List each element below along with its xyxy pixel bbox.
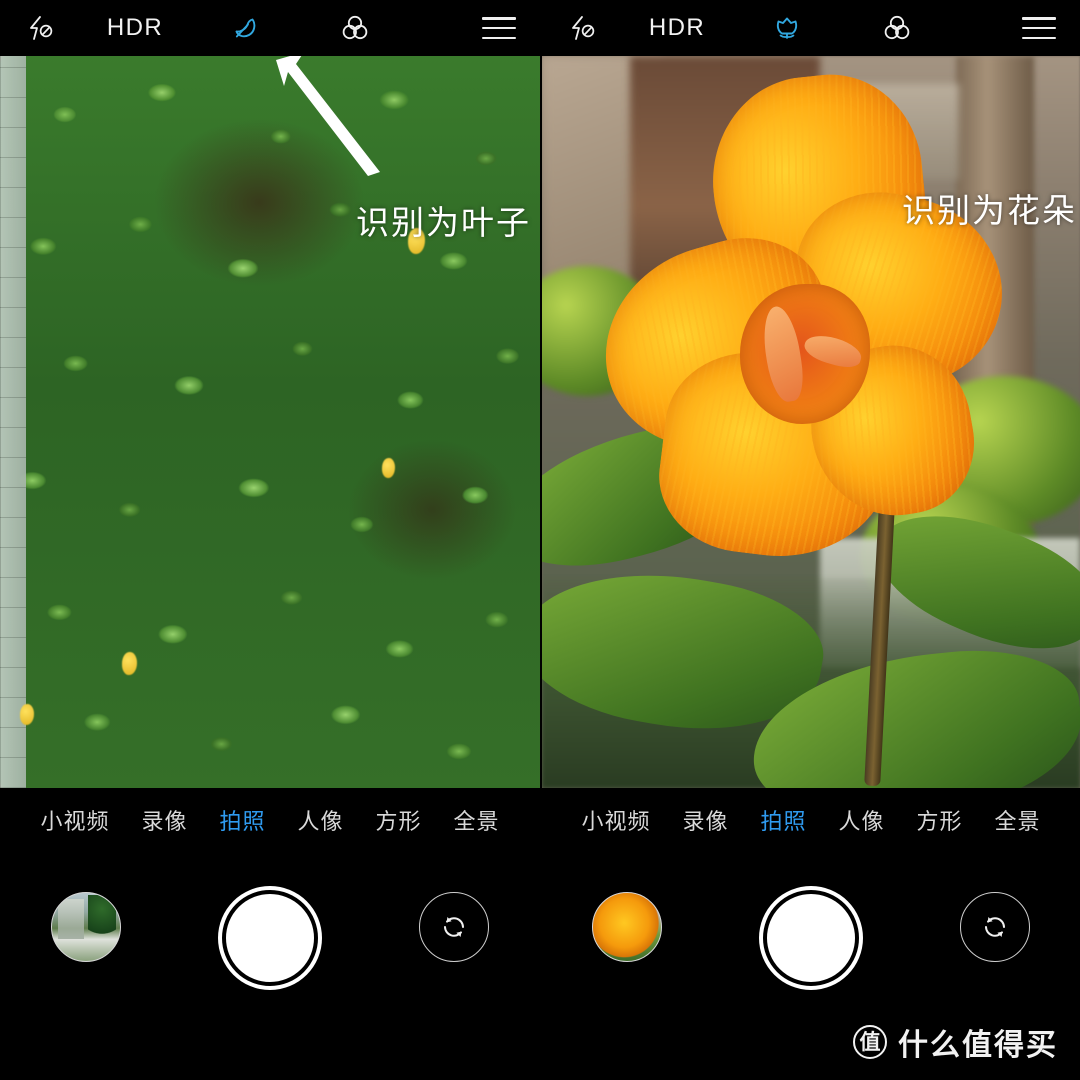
annotation-caption-right: 识别为花朵 bbox=[902, 192, 1077, 229]
flower-icon bbox=[776, 17, 798, 39]
settings-menu-button[interactable] bbox=[410, 0, 540, 56]
mode-square[interactable]: 方形 bbox=[901, 804, 979, 836]
yellow-leaf bbox=[382, 458, 395, 478]
watermark: 值 什么值得买 bbox=[853, 1020, 1058, 1064]
flash-off-button[interactable] bbox=[0, 0, 80, 56]
mode-selector-right: 小视频 录像 拍照 人像 方形 全景 bbox=[542, 788, 1080, 852]
camera-panel-right: HDR 识别为花朵 小视频 录像 拍照 人像 方形 全景 bbox=[540, 0, 1080, 1080]
camera-viewport-left[interactable]: 识别为叶子 bbox=[0, 56, 540, 788]
hamburger-menu-icon bbox=[1022, 17, 1056, 39]
shutter-bar-left bbox=[0, 852, 540, 1080]
hdr-label: HDR bbox=[106, 14, 164, 41]
shutter-button[interactable] bbox=[762, 890, 859, 986]
tiled-wall bbox=[0, 56, 26, 788]
yellow-leaf bbox=[122, 652, 137, 675]
mode-photo[interactable]: 拍照 bbox=[744, 804, 822, 836]
annotation-caption-left: 识别为叶子 bbox=[356, 204, 531, 241]
color-filter-icon bbox=[884, 15, 910, 40]
mode-panorama[interactable]: 全景 bbox=[438, 804, 516, 836]
switch-camera-icon bbox=[444, 917, 465, 937]
split-comparison: HDR 识别为叶子 小视频 录像 拍照 人像 方形 全景 HDR 识别为花朵 小… bbox=[0, 0, 1080, 1080]
smzdm-logo-icon: 值 bbox=[853, 1025, 887, 1059]
camera-panel-left: HDR 识别为叶子 小视频 录像 拍照 人像 方形 全景 bbox=[0, 0, 540, 1080]
flash-off-icon bbox=[572, 16, 595, 40]
mode-video[interactable]: 录像 bbox=[666, 804, 744, 836]
gallery-thumbnail[interactable] bbox=[592, 892, 663, 962]
mode-portrait[interactable]: 人像 bbox=[282, 804, 360, 836]
leaf-icon bbox=[235, 18, 256, 38]
settings-menu-button[interactable] bbox=[952, 0, 1080, 56]
camera-viewport-right[interactable]: 识别为花朵 bbox=[542, 56, 1080, 788]
switch-camera-button[interactable] bbox=[419, 892, 490, 962]
yellow-leaf bbox=[20, 704, 34, 725]
hdr-button[interactable]: HDR bbox=[80, 0, 190, 56]
mode-video[interactable]: 录像 bbox=[125, 804, 203, 836]
screenshot-root: HDR 识别为叶子 小视频 录像 拍照 人像 方形 全景 HDR 识别为花朵 小… bbox=[0, 0, 1080, 1080]
mode-short-video[interactable]: 小视频 bbox=[565, 804, 666, 836]
flash-off-icon bbox=[30, 16, 53, 40]
camera-toolbar: HDR bbox=[0, 0, 540, 56]
scene-green-hedge bbox=[0, 56, 540, 788]
camera-toolbar: HDR bbox=[542, 0, 1080, 56]
switch-camera-icon bbox=[984, 917, 1005, 937]
color-filter-button[interactable] bbox=[842, 0, 952, 56]
hdr-button[interactable]: HDR bbox=[622, 0, 732, 56]
ai-scene-flower-button[interactable] bbox=[732, 0, 842, 56]
hdr-label: HDR bbox=[648, 14, 706, 41]
shutter-button[interactable] bbox=[221, 890, 318, 986]
hamburger-menu-icon bbox=[482, 17, 516, 39]
switch-camera-button[interactable] bbox=[959, 892, 1030, 962]
watermark-text: 什么值得买 bbox=[898, 1028, 1058, 1063]
gallery-thumbnail[interactable] bbox=[50, 892, 121, 962]
mode-portrait[interactable]: 人像 bbox=[823, 804, 901, 836]
mode-short-video[interactable]: 小视频 bbox=[24, 804, 125, 836]
color-filter-icon bbox=[342, 15, 368, 40]
mode-selector-left: 小视频 录像 拍照 人像 方形 全景 bbox=[0, 788, 540, 852]
color-filter-button[interactable] bbox=[300, 0, 410, 56]
scene-orange-flower bbox=[542, 56, 1080, 788]
mode-panorama[interactable]: 全景 bbox=[979, 804, 1057, 836]
mode-square[interactable]: 方形 bbox=[360, 804, 438, 836]
flash-off-button[interactable] bbox=[542, 0, 622, 56]
ai-scene-leaf-button[interactable] bbox=[190, 0, 300, 56]
mode-photo[interactable]: 拍照 bbox=[203, 804, 281, 836]
